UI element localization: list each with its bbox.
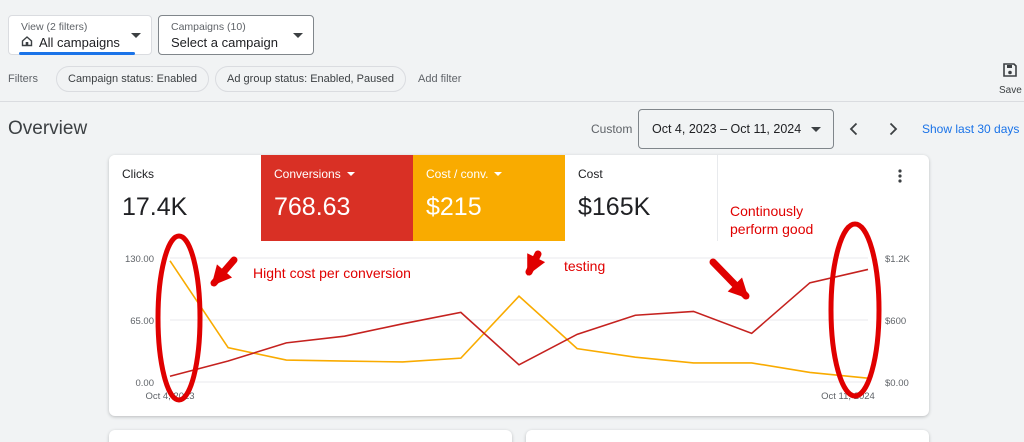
divider [0, 101, 1024, 102]
date-range-value: Oct 4, 2023 – Oct 11, 2024 [652, 122, 802, 136]
filters-row: Filters Campaign status: Enabled Ad grou… [8, 66, 1024, 92]
view-selector-sublabel: View (2 filters) [21, 21, 88, 33]
dropdown-arrow-icon [494, 172, 503, 176]
home-icon [21, 35, 33, 50]
metric-value: 17.4K [122, 193, 188, 221]
campaign-selector[interactable]: Campaigns (10) Select a campaign [158, 15, 314, 55]
save-button[interactable]: Save [999, 62, 1022, 96]
bottom-card-right [526, 430, 929, 442]
show-last-30-days-link[interactable]: Show last 30 days [922, 122, 1019, 136]
add-filter-button[interactable]: Add filter [418, 73, 461, 85]
filter-chip-ad-group-status[interactable]: Ad group status: Enabled, Paused [215, 66, 406, 92]
chevron-down-icon [131, 33, 141, 38]
chevron-left-icon [849, 122, 858, 136]
metric-tile-clicks[interactable]: Clicks 17.4K [109, 155, 261, 241]
metric-value: $215 [426, 193, 482, 221]
date-range-picker[interactable]: Oct 4, 2023 – Oct 11, 2024 [638, 109, 834, 149]
metric-label: Cost / conv. [426, 167, 489, 181]
metric-label: Clicks [122, 167, 154, 181]
annotation-continuous-line2: perform good [730, 221, 814, 237]
view-selector-value: All campaigns [39, 35, 120, 50]
annotation-testing: testing [564, 258, 606, 274]
dropdown-arrow-icon [346, 172, 355, 176]
metric-tile-conversions[interactable]: Conversions 768.63 [261, 155, 413, 241]
metric-value: 768.63 [274, 193, 351, 221]
tile-divider [717, 155, 718, 241]
metric-label: Conversions [274, 167, 341, 181]
campaign-selector-sublabel: Campaigns (10) [171, 21, 246, 33]
metric-tile-cost-per-conversion[interactable]: Cost / conv. $215 [413, 155, 565, 241]
chevron-down-icon [293, 33, 303, 38]
page-title: Overview [8, 118, 88, 139]
more-options-button[interactable] [893, 167, 907, 185]
metric-tile-cost[interactable]: Cost $165K [565, 155, 717, 241]
filter-chip-campaign-status[interactable]: Campaign status: Enabled [56, 66, 210, 92]
chevron-right-icon [889, 122, 898, 136]
annotation-continuous: Continously perform good [730, 202, 813, 238]
annotation-high-cost: Hight cost per conversion [253, 265, 411, 281]
overview-card: Clicks 17.4K Conversions 768.63 Cost / c… [109, 155, 929, 416]
next-period-button[interactable] [885, 121, 901, 137]
chevron-down-icon [811, 127, 821, 132]
annotation-continuous-line1: Continously [730, 203, 804, 219]
previous-period-button[interactable] [846, 121, 862, 137]
active-indicator [19, 52, 135, 55]
save-label: Save [999, 85, 1022, 96]
metric-value: $165K [578, 193, 651, 221]
metric-label: Cost [578, 167, 603, 181]
more-vert-icon [898, 169, 902, 183]
floppy-disk-icon [1002, 63, 1018, 82]
view-selector[interactable]: View (2 filters) All campaigns [8, 15, 152, 55]
filters-label: Filters [8, 73, 38, 85]
date-mode-label: Custom [591, 122, 633, 136]
bottom-card-left [109, 430, 512, 442]
campaign-selector-value: Select a campaign [171, 35, 278, 50]
